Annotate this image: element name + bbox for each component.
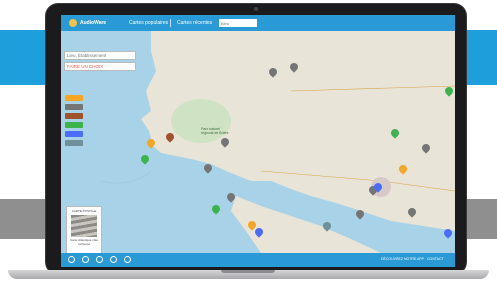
share-icon[interactable] bbox=[124, 256, 131, 263]
nav-popular-maps[interactable]: Cartes populaires bbox=[129, 20, 168, 26]
park-label: Parc naturel régional de Brière bbox=[201, 127, 229, 135]
brand-name[interactable]: AudioWare bbox=[80, 20, 106, 26]
nav-recent-maps[interactable]: Cartes récentes bbox=[177, 20, 212, 26]
twitter-icon[interactable] bbox=[96, 256, 103, 263]
footer-bar: DÉCOUVREZ NOTRE APP CONTACT bbox=[61, 253, 455, 267]
category-chip[interactable] bbox=[65, 122, 83, 128]
app-screen: AudioWare Cartes populaires Cartes récen… bbox=[61, 15, 455, 267]
nav-separator bbox=[170, 19, 171, 27]
category-chip[interactable] bbox=[65, 140, 83, 146]
logo-icon[interactable] bbox=[69, 19, 77, 27]
facebook-icon[interactable] bbox=[68, 256, 75, 263]
pinterest-icon[interactable] bbox=[110, 256, 117, 263]
place-search-input[interactable] bbox=[64, 51, 136, 60]
category-chip[interactable] bbox=[65, 113, 83, 119]
category-chip[interactable] bbox=[65, 104, 83, 110]
legend-thumbnail bbox=[71, 215, 97, 237]
footer-link-contact[interactable]: CONTACT bbox=[427, 257, 444, 261]
map-canvas[interactable]: Parc naturel régional de Brière FAIRE UN… bbox=[61, 31, 455, 256]
legend-title: CARTE POSTALE bbox=[71, 209, 97, 213]
category-chips bbox=[65, 95, 83, 149]
top-nav-bar: AudioWare Cartes populaires Cartes récen… bbox=[61, 15, 455, 31]
legend-caption: Carte Atlantique côte rocheuse bbox=[70, 238, 98, 246]
laptop-notch bbox=[221, 270, 275, 273]
category-chip[interactable] bbox=[65, 131, 83, 137]
legend-card[interactable]: CARTE POSTALE Carte Atlantique côte roch… bbox=[66, 206, 102, 256]
category-chip[interactable] bbox=[65, 95, 83, 101]
camera-icon bbox=[254, 7, 258, 11]
instagram-icon[interactable] bbox=[82, 256, 89, 263]
coast-line bbox=[100, 170, 152, 184]
header-search-input[interactable] bbox=[219, 19, 257, 27]
category-select[interactable]: FAIRE UN CHOIX bbox=[64, 62, 136, 71]
footer-link-app[interactable]: DÉCOUVREZ NOTRE APP bbox=[381, 257, 424, 261]
park-area bbox=[171, 99, 231, 143]
